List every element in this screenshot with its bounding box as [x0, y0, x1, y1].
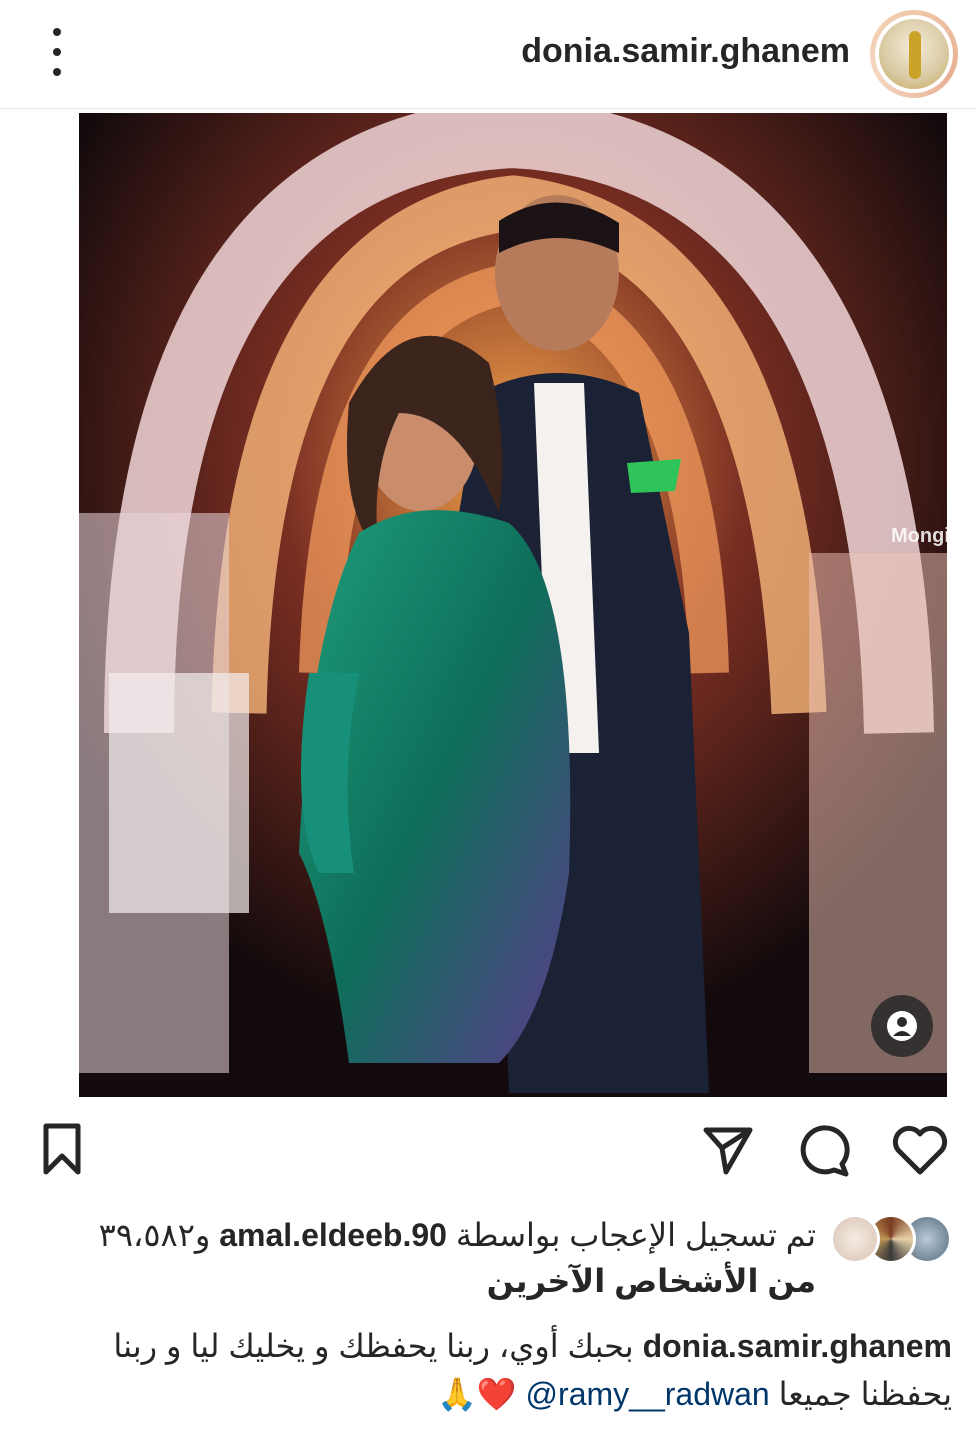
liker-username[interactable]: amal.eldeeb.90	[219, 1217, 447, 1253]
post-header: donia.samir.ghanem	[0, 0, 976, 109]
likes-prefix: تم تسجيل الإعجاب بواسطة	[455, 1217, 816, 1253]
caption-emojis: ❤️🙏	[436, 1376, 517, 1412]
user-tag-icon[interactable]	[871, 995, 933, 1057]
liker-avatar	[830, 1214, 880, 1264]
post-author-username[interactable]: donia.samir.ghanem	[521, 32, 850, 71]
author-avatar[interactable]	[870, 10, 958, 98]
post-caption: donia.samir.ghanem بحبك أوي، ربنا يحفظك …	[22, 1322, 952, 1418]
post-action-bar	[0, 1118, 976, 1188]
send-icon[interactable]	[696, 1118, 760, 1182]
caption-username[interactable]: donia.samir.ghanem	[643, 1328, 952, 1364]
post-photo[interactable]: Mongi	[79, 113, 947, 1097]
liker-avatars	[830, 1214, 952, 1264]
likes-suffix: من الأشخاص الآخرين	[486, 1263, 816, 1299]
photo-illustration	[79, 113, 947, 1097]
caption-mention[interactable]: @ramy__radwan	[526, 1376, 770, 1412]
likes-text[interactable]: تم تسجيل الإعجاب بواسطة amal.eldeeb.90 و…	[99, 1212, 816, 1304]
more-options-icon[interactable]	[42, 28, 72, 76]
likes-summary: تم تسجيل الإعجاب بواسطة amal.eldeeb.90 و…	[22, 1212, 952, 1304]
likes-count: و٣٩،٥٨٢	[98, 1217, 211, 1253]
comment-icon[interactable]	[792, 1118, 856, 1182]
bookmark-icon[interactable]	[30, 1118, 94, 1182]
photographer-watermark: Mongi	[891, 525, 947, 547]
heart-icon[interactable]	[888, 1118, 952, 1182]
avatar-image	[879, 19, 949, 89]
